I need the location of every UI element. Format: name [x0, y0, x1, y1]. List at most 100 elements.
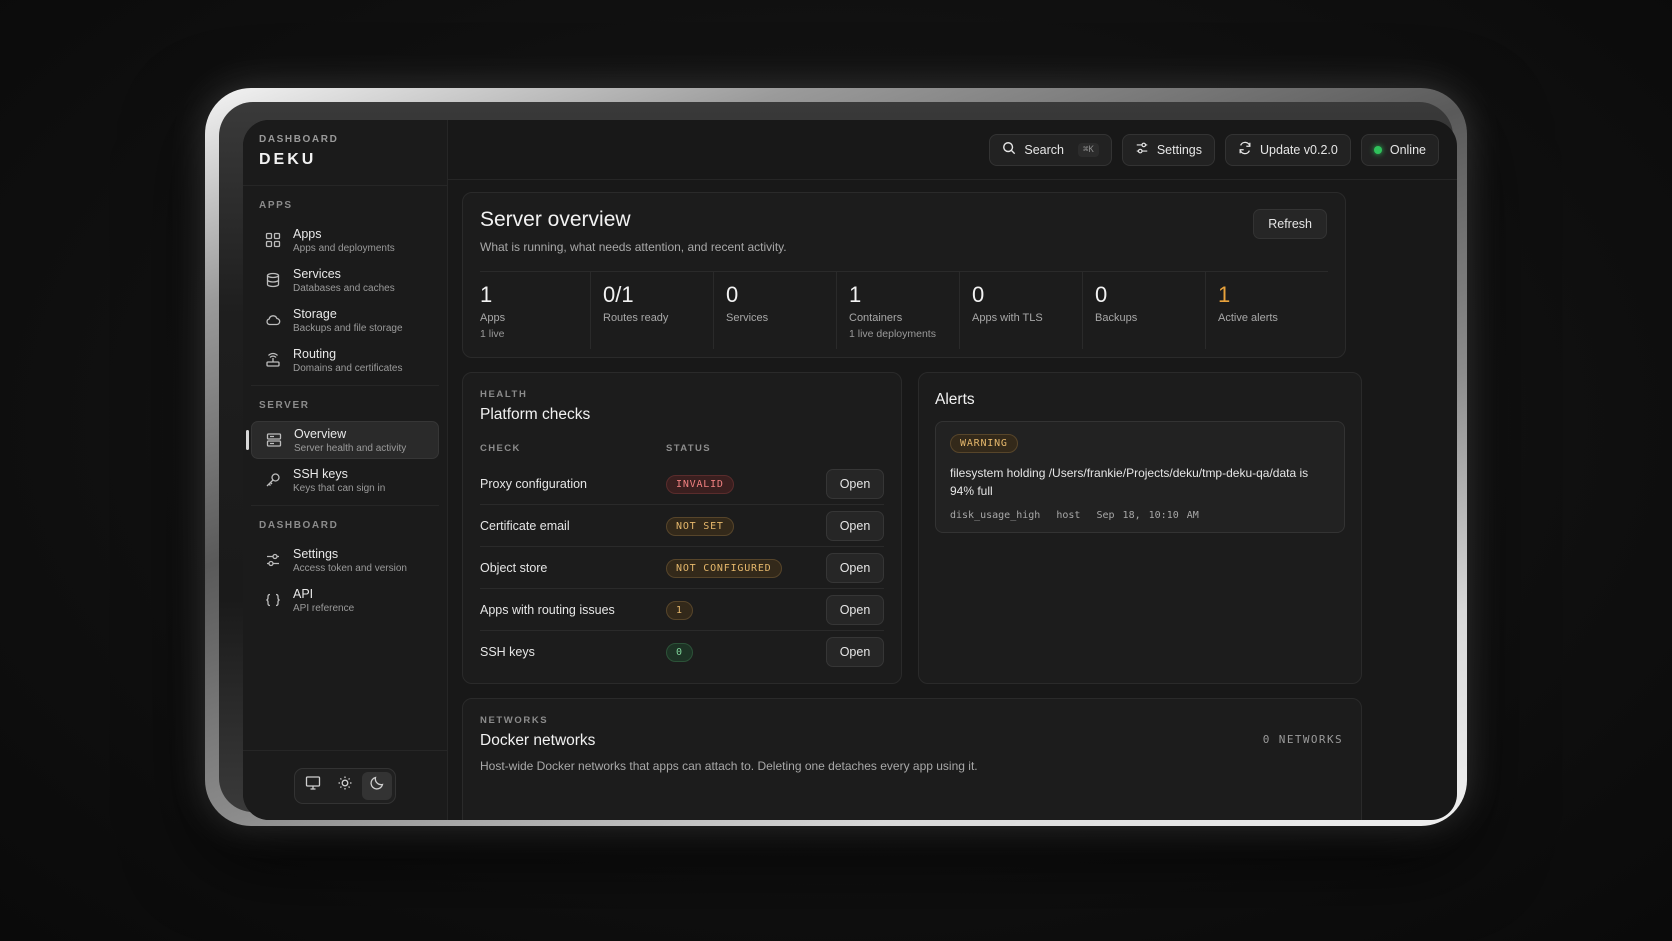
sidebar: DASHBOARD DEKU APPS Apps Apps and deploy…: [243, 120, 448, 820]
sidebar-item-storage[interactable]: Storage Backups and file storage: [251, 301, 439, 339]
sidebar-section-dashboard: DASHBOARD Settings Access token and vers…: [243, 506, 447, 619]
sidebar-section-apps: APPS Apps Apps and deployments Services …: [243, 186, 447, 379]
stat-value: 0: [972, 282, 985, 307]
topbar: Search ⌘K Settings Update v0.2.0 Online: [448, 120, 1457, 180]
sidebar-item-ssh-keys[interactable]: SSH keys Keys that can sign in: [251, 461, 439, 499]
stat-value: 1: [480, 282, 493, 307]
check-name: SSH keys: [480, 645, 535, 659]
checks-table: CHECK STATUS Proxy configuration INVALID…: [480, 443, 884, 673]
health-kicker: HEALTH: [480, 389, 528, 400]
check-name: Object store: [480, 560, 548, 575]
table-row: SSH keys 0 Open: [480, 631, 884, 673]
search-button[interactable]: Search ⌘K: [989, 133, 1112, 166]
refresh-button[interactable]: Refresh: [1253, 209, 1327, 239]
stat-note: 1 live deployments: [849, 328, 936, 340]
sidebar-item-title: API: [293, 586, 314, 601]
cloud-icon: [263, 310, 283, 330]
stat-apps[interactable]: 1 Apps 1 live: [480, 272, 591, 349]
section-label-dashboard: DASHBOARD: [259, 520, 339, 531]
open-button[interactable]: Open: [826, 510, 884, 541]
check-name: Certificate email: [480, 518, 570, 533]
sidebar-item-subtitle: Access token and version: [293, 562, 407, 574]
status-badge: NOT SET: [666, 516, 734, 536]
sliders-icon: [1135, 141, 1149, 158]
sidebar-item-subtitle: Server health and activity: [294, 442, 407, 454]
sidebar-item-title: Apps: [293, 226, 322, 241]
status-indicator[interactable]: Online: [1360, 133, 1439, 166]
section-label-apps: APPS: [259, 200, 293, 211]
sidebar-item-subtitle: Domains and certificates: [293, 362, 403, 374]
status-badge: 1: [666, 600, 693, 620]
check-name: Proxy configuration: [480, 476, 588, 491]
server-overview-card: Server overview What is running, what ne…: [462, 192, 1346, 358]
networks-subtitle: Host-wide Docker networks that apps can …: [480, 759, 978, 773]
stat-value: 1: [849, 282, 862, 307]
stat-value: 0: [726, 282, 739, 307]
networks-kicker: NETWORKS: [480, 715, 549, 726]
docker-networks-card: NETWORKS Docker networks Host-wide Docke…: [462, 698, 1362, 820]
app-window: DASHBOARD DEKU APPS Apps Apps and deploy…: [243, 120, 1457, 820]
stat-apps-with-tls[interactable]: 0 Apps with TLS: [960, 272, 1083, 349]
stat-routes-ready[interactable]: 0/1 Routes ready: [591, 272, 714, 349]
main-content: Search ⌘K Settings Update v0.2.0 Online …: [448, 120, 1457, 820]
sidebar-item-settings[interactable]: Settings Access token and version: [251, 541, 439, 579]
section-label-server: SERVER: [259, 400, 310, 411]
open-button[interactable]: Open: [826, 552, 884, 583]
open-button[interactable]: Open: [826, 468, 884, 499]
theme-system-button[interactable]: [298, 772, 328, 800]
stat-active-alerts[interactable]: 1 Active alerts: [1206, 272, 1328, 349]
sidebar-item-title: Settings: [293, 546, 339, 561]
alert-time: Sep 18, 10:10 AM: [1096, 510, 1199, 521]
stat-value: 0: [1095, 282, 1108, 307]
alert-code: disk_usage_high: [950, 510, 1041, 521]
braces-icon: [263, 590, 283, 610]
health-title: Platform checks: [480, 406, 591, 423]
table-row: Apps with routing issues 1 Open: [480, 589, 884, 631]
sidebar-item-title: SSH keys: [293, 466, 348, 481]
sidebar-item-overview[interactable]: Overview Server health and activity: [246, 421, 439, 459]
settings-label: Settings: [1156, 142, 1203, 157]
sidebar-item-apps[interactable]: Apps Apps and deployments: [251, 221, 439, 259]
sidebar-item-services[interactable]: Services Databases and caches: [251, 261, 439, 299]
alert-item[interactable]: WARNING filesystem holding /Users/franki…: [935, 421, 1345, 533]
page-title: Server overview: [480, 208, 631, 231]
sidebar-item-subtitle: API reference: [293, 602, 355, 614]
theme-light-button[interactable]: [330, 772, 360, 800]
stat-value: 1: [1218, 282, 1231, 307]
sidebar-item-title: Services: [293, 266, 341, 281]
sidebar-item-subtitle: Apps and deployments: [293, 242, 395, 254]
search-shortcut: ⌘K: [1078, 142, 1099, 157]
brand-name[interactable]: DEKU: [259, 151, 431, 169]
stat-backups[interactable]: 0 Backups: [1083, 272, 1206, 349]
update-button[interactable]: Update v0.2.0: [1225, 133, 1351, 166]
key-icon: [263, 470, 283, 490]
stat-label: Services: [726, 312, 769, 324]
moon-icon: [369, 775, 385, 796]
sidebar-item-title: Storage: [293, 306, 337, 321]
page-subtitle: What is running, what needs attention, a…: [480, 240, 787, 254]
stat-services[interactable]: 0 Services: [714, 272, 837, 349]
grid-icon: [263, 230, 283, 250]
theme-switcher-bar: [243, 750, 447, 820]
sidebar-item-routing[interactable]: Routing Domains and certificates: [251, 341, 439, 379]
sidebar-item-subtitle: Keys that can sign in: [293, 482, 386, 494]
open-button[interactable]: Open: [826, 637, 884, 667]
sidebar-section-server: SERVER Overview Server health and activi…: [243, 386, 447, 499]
stat-label: Apps with TLS: [972, 312, 1043, 324]
status-dot-icon: [1373, 145, 1382, 154]
checks-table-header: CHECK STATUS: [480, 443, 884, 463]
theme-dark-button[interactable]: [362, 771, 392, 800]
settings-button[interactable]: Settings: [1121, 133, 1216, 166]
open-button[interactable]: Open: [826, 594, 884, 625]
brand-kicker: DASHBOARD: [259, 134, 339, 145]
platform-checks-card: HEALTH Platform checks CHECK STATUS Prox…: [462, 372, 902, 684]
sidebar-item-api[interactable]: API API reference: [251, 581, 439, 619]
alert-level-badge: WARNING: [950, 434, 1018, 453]
routing-icon: [263, 350, 283, 370]
refresh-icon: [1238, 141, 1252, 158]
device-frame: DASHBOARD DEKU APPS Apps Apps and deploy…: [205, 88, 1467, 826]
status-label: Online: [1389, 142, 1426, 157]
stat-label: Apps: [480, 312, 506, 324]
stat-containers[interactable]: 1 Containers 1 live deployments: [837, 272, 960, 349]
sliders-icon: [263, 550, 283, 570]
